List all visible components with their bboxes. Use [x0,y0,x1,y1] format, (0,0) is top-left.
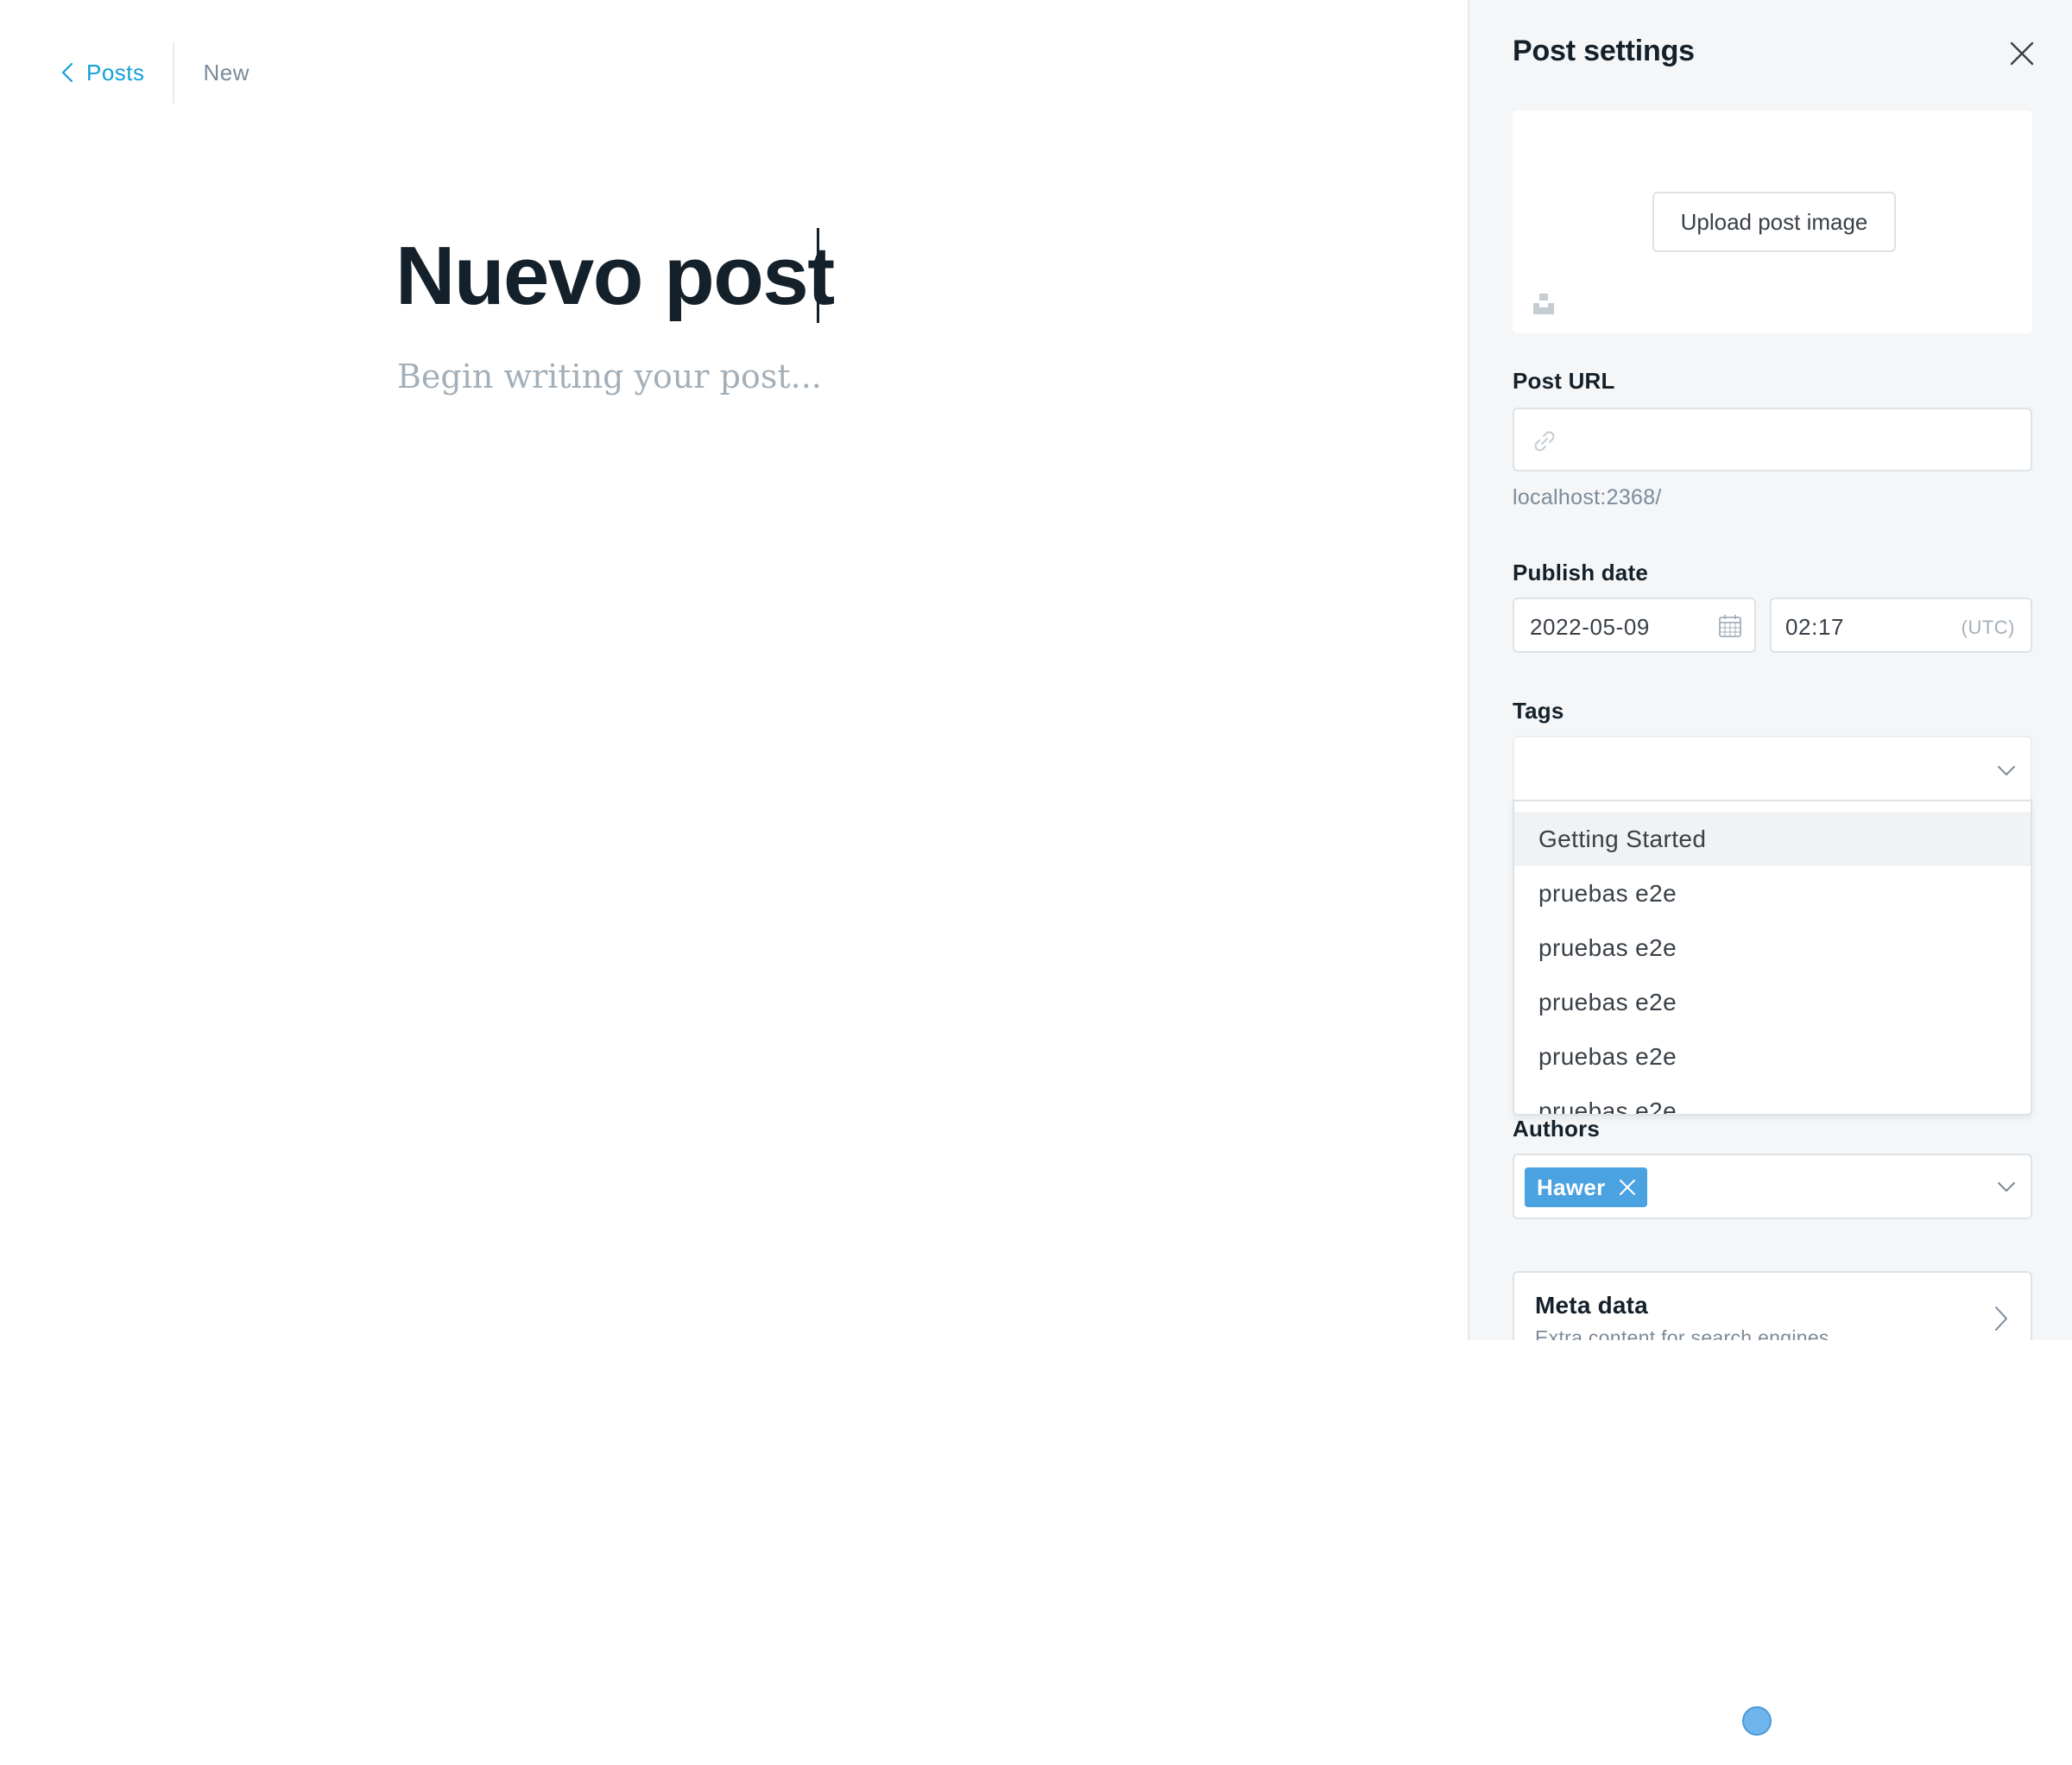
feature-image-dropzone[interactable]: Upload post image [1513,111,2032,333]
close-icon[interactable] [2008,40,2036,67]
unsplash-icon[interactable] [1532,292,1556,316]
tags-option-list: Getting Started pruebas e2e pruebas e2e pru… [1514,801,2031,1115]
chevron-down-icon[interactable] [1996,1176,2017,1197]
tag-option[interactable]: pruebas e2e [1514,1084,2031,1115]
post-body-editor[interactable]: Begin writing your post... [397,357,822,395]
publish-time-input[interactable]: 02:17 (UTC) [1770,598,2032,653]
meta-data-title: Meta data [1535,1292,1648,1319]
chevron-down-icon[interactable] [1996,760,2017,781]
panel-title: Post settings [1513,35,1695,67]
tag-option[interactable]: pruebas e2e [1514,1029,2031,1084]
post-url-input[interactable] [1513,408,2032,471]
chevron-right-icon [1995,1306,2007,1331]
post-settings-panel: Post settings Upload post image Post URL… [1468,0,2072,1340]
upload-image-button[interactable]: Upload post image [1652,192,1896,252]
author-token[interactable]: Hawer [1525,1167,1647,1207]
tag-option[interactable]: Getting Started [1514,812,2031,866]
breadcrumb-posts-link[interactable]: Posts [59,60,145,86]
calendar-icon[interactable] [1718,614,1742,638]
authors-input[interactable]: Hawer [1513,1154,2032,1219]
breadcrumb-divider [172,41,174,104]
publish-date-input[interactable]: 2022-05-09 [1513,598,1756,653]
post-url-preview: localhost:2368/ [1513,485,1662,509]
post-status: New [203,59,250,85]
tag-option[interactable]: pruebas e2e [1514,975,2031,1029]
tags-label: Tags [1513,698,1564,724]
post-url-label: Post URL [1513,368,1615,394]
tags-input[interactable] [1513,736,2032,801]
publish-date-value: 2022-05-09 [1530,614,1650,640]
mouse-cursor-indicator [1742,1706,1772,1736]
publish-date-label: Publish date [1513,560,1648,585]
publish-time-value: 02:17 [1785,614,1845,640]
breadcrumb-posts-label: Posts [86,59,145,85]
meta-data-subtitle: Extra content for search engines [1535,1326,1829,1340]
link-icon [1534,431,1555,452]
chevron-left-icon [61,62,73,83]
timezone-label: (UTC) [1961,617,2015,638]
tags-dropdown: Getting Started pruebas e2e pruebas e2e pru… [1513,800,2032,1116]
author-token-label: Hawer [1537,1174,1606,1200]
text-caret [817,228,819,323]
tag-option[interactable]: pruebas e2e [1514,866,2031,920]
remove-token-icon[interactable] [1618,1178,1637,1197]
post-title-input[interactable]: Nuevo post [395,225,835,328]
tag-option[interactable]: pruebas e2e [1514,920,2031,975]
breadcrumb: Posts New [59,41,250,104]
meta-data-card[interactable]: Meta data Extra content for search engin… [1513,1271,2032,1340]
authors-label: Authors [1513,1116,1601,1142]
